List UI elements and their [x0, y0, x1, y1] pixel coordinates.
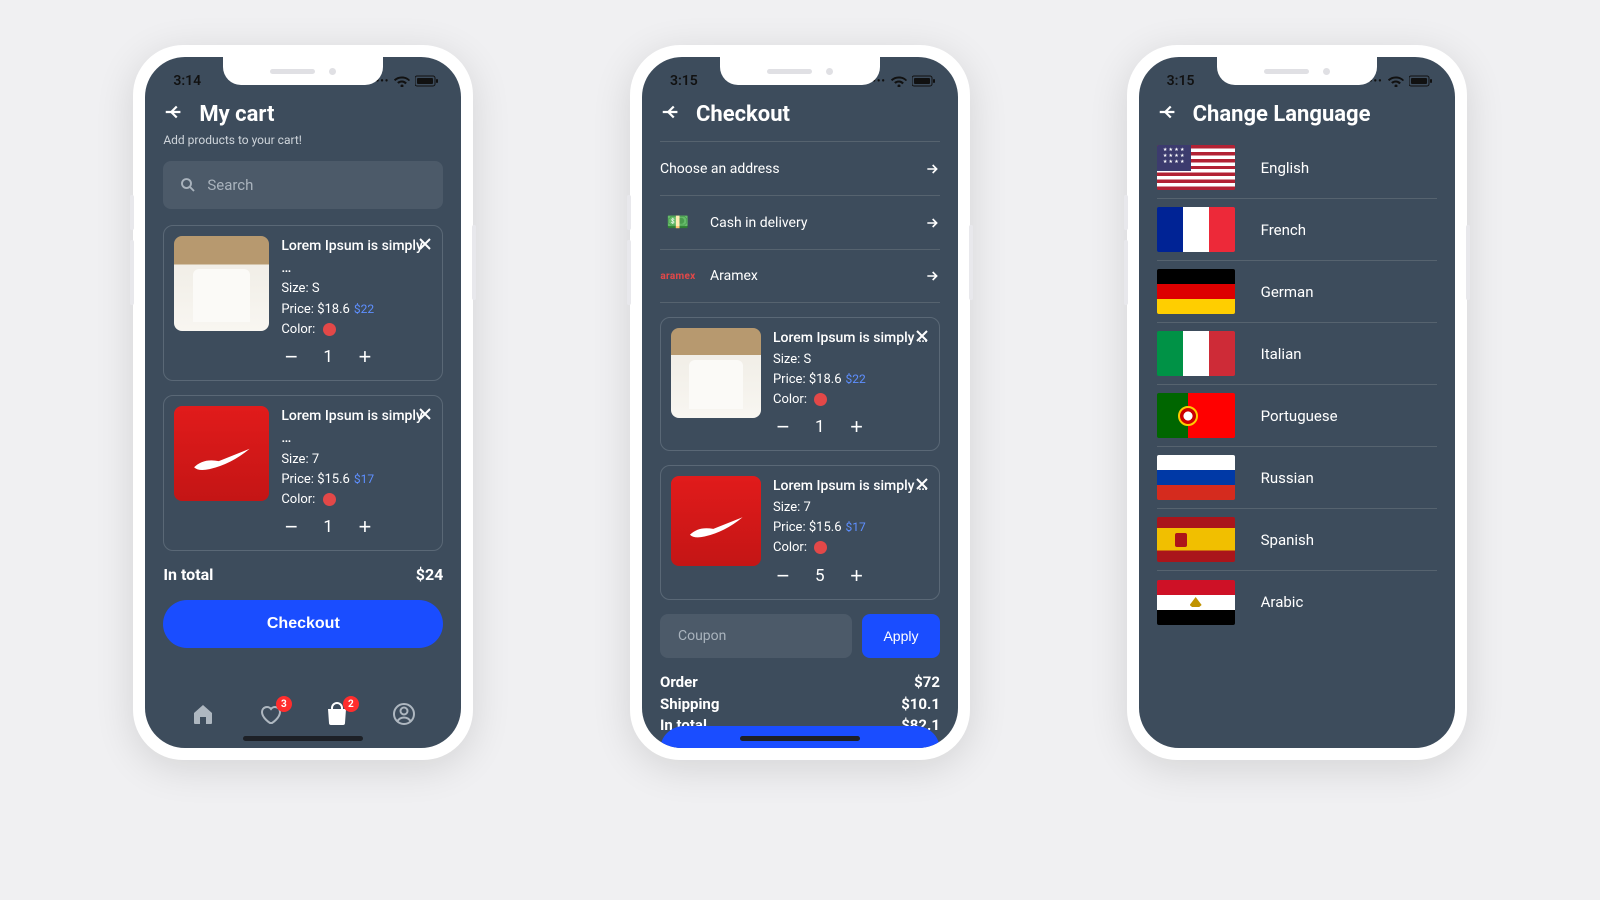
language-row-portuguese[interactable]: Portuguese: [1157, 385, 1437, 447]
home-icon: [191, 702, 215, 726]
language-row-italian[interactable]: Italian: [1157, 323, 1437, 385]
chevron-right-icon: [924, 161, 940, 177]
flag-ru: [1157, 455, 1235, 500]
qty-increase[interactable]: +: [355, 346, 375, 368]
cart-item: Lorem Ipsum is simply … Size: S Price: $…: [163, 225, 443, 381]
checkout-item: Lorem Ipsum is simply … Size: S Price: $…: [660, 317, 940, 451]
notch: [223, 57, 383, 85]
flag-it: [1157, 331, 1235, 376]
option-shipping[interactable]: aramex Aramex: [660, 249, 940, 303]
remove-icon[interactable]: [418, 406, 432, 425]
qty-increase[interactable]: +: [847, 565, 867, 587]
language-row-german[interactable]: German: [1157, 261, 1437, 323]
product-thumb[interactable]: [671, 476, 761, 566]
bottom-nav: 3 2: [145, 702, 461, 730]
checkout-item: Lorem Ipsum is simply … Size: 7 Price: $…: [660, 465, 940, 599]
wifi-icon: [891, 75, 907, 87]
qty-decrease[interactable]: −: [281, 346, 301, 368]
status-time: 3:14: [173, 73, 201, 89]
search-icon: [179, 176, 197, 194]
total-value: $24: [416, 565, 444, 584]
qty-decrease[interactable]: −: [773, 416, 793, 438]
aramex-logo: aramex: [660, 271, 696, 282]
status-time: 3:15: [670, 73, 698, 89]
cash-icon: 💵: [660, 212, 696, 233]
flag-us: [1157, 145, 1235, 190]
search-placeholder: Search: [207, 176, 253, 194]
color-swatch: [814, 393, 827, 406]
language-row-french[interactable]: French: [1157, 199, 1437, 261]
home-indicator[interactable]: [740, 736, 860, 741]
color-swatch: [323, 323, 336, 336]
phone-checkout: 3:15 ••• Checkout Choose an address 💵: [630, 45, 970, 760]
qty-increase[interactable]: +: [355, 516, 375, 538]
qty-value: 1: [323, 514, 333, 540]
language-row-spanish[interactable]: Spanish: [1157, 509, 1437, 571]
product-thumb[interactable]: [174, 236, 269, 331]
search-input[interactable]: Search: [163, 161, 443, 209]
qty-decrease[interactable]: −: [281, 516, 301, 538]
nav-favorites[interactable]: 3: [258, 702, 282, 730]
flag-es: [1157, 517, 1235, 562]
wifi-icon: [1388, 75, 1404, 87]
back-icon[interactable]: [660, 101, 682, 127]
nav-profile[interactable]: [392, 702, 416, 730]
color-swatch: [814, 541, 827, 554]
flag-fr: [1157, 207, 1235, 252]
remove-icon[interactable]: [915, 476, 929, 495]
home-indicator[interactable]: [243, 736, 363, 741]
product-thumb[interactable]: [174, 406, 269, 501]
nav-bag[interactable]: 2: [325, 702, 349, 730]
profile-icon: [392, 702, 416, 726]
wifi-icon: [394, 75, 410, 87]
battery-icon: [1409, 75, 1433, 87]
page-title: My cart: [199, 102, 274, 127]
phone-cart: 3:14 ••• My cart Add products to your ca…: [133, 45, 473, 760]
option-payment[interactable]: 💵 Cash in delivery: [660, 195, 940, 249]
battery-icon: [415, 75, 439, 87]
cart-item: Lorem Ipsum is simply … Size: 7 Price: $…: [163, 395, 443, 551]
color-swatch: [323, 493, 336, 506]
chevron-right-icon: [924, 215, 940, 231]
chevron-right-icon: [924, 268, 940, 284]
remove-icon[interactable]: [915, 328, 929, 347]
qty-decrease[interactable]: −: [773, 565, 793, 587]
language-list: English French German Italian Portuguese: [1157, 137, 1437, 633]
apply-button[interactable]: Apply: [862, 614, 940, 658]
notch: [720, 57, 880, 85]
qty-increase[interactable]: +: [847, 416, 867, 438]
battery-icon: [912, 75, 936, 87]
page-title: Change Language: [1193, 102, 1371, 127]
language-row-english[interactable]: English: [1157, 137, 1437, 199]
status-time: 3:15: [1167, 73, 1195, 89]
flag-eg: [1157, 580, 1235, 625]
product-thumb[interactable]: [671, 328, 761, 418]
checkout-button[interactable]: Checkout: [163, 600, 443, 648]
bag-badge: 2: [343, 696, 359, 712]
flag-de: [1157, 269, 1235, 314]
page-subtitle: Add products to your cart!: [163, 133, 443, 147]
product-title: Lorem Ipsum is simply …: [281, 236, 432, 279]
notch: [1217, 57, 1377, 85]
phone-language: 3:15 ••• Change Language English: [1127, 45, 1467, 760]
language-row-arabic[interactable]: Arabic: [1157, 571, 1437, 633]
nav-home[interactable]: [191, 702, 215, 730]
total-label: In total: [163, 565, 213, 584]
qty-value: 1: [323, 344, 333, 370]
qty-value: 1: [815, 414, 825, 440]
back-icon[interactable]: [163, 101, 185, 127]
remove-icon[interactable]: [418, 236, 432, 255]
option-address[interactable]: Choose an address: [660, 141, 940, 195]
back-icon[interactable]: [1157, 101, 1179, 127]
language-row-russian[interactable]: Russian: [1157, 447, 1437, 509]
product-title: Lorem Ipsum is simply …: [773, 328, 929, 350]
product-title: Lorem Ipsum is simply …: [281, 406, 432, 449]
fav-badge: 3: [276, 696, 292, 712]
flag-pt: [1157, 393, 1235, 438]
qty-value: 5: [815, 563, 825, 589]
product-title: Lorem Ipsum is simply …: [773, 476, 929, 498]
page-title: Checkout: [696, 102, 790, 127]
coupon-input[interactable]: Coupon: [660, 614, 852, 658]
